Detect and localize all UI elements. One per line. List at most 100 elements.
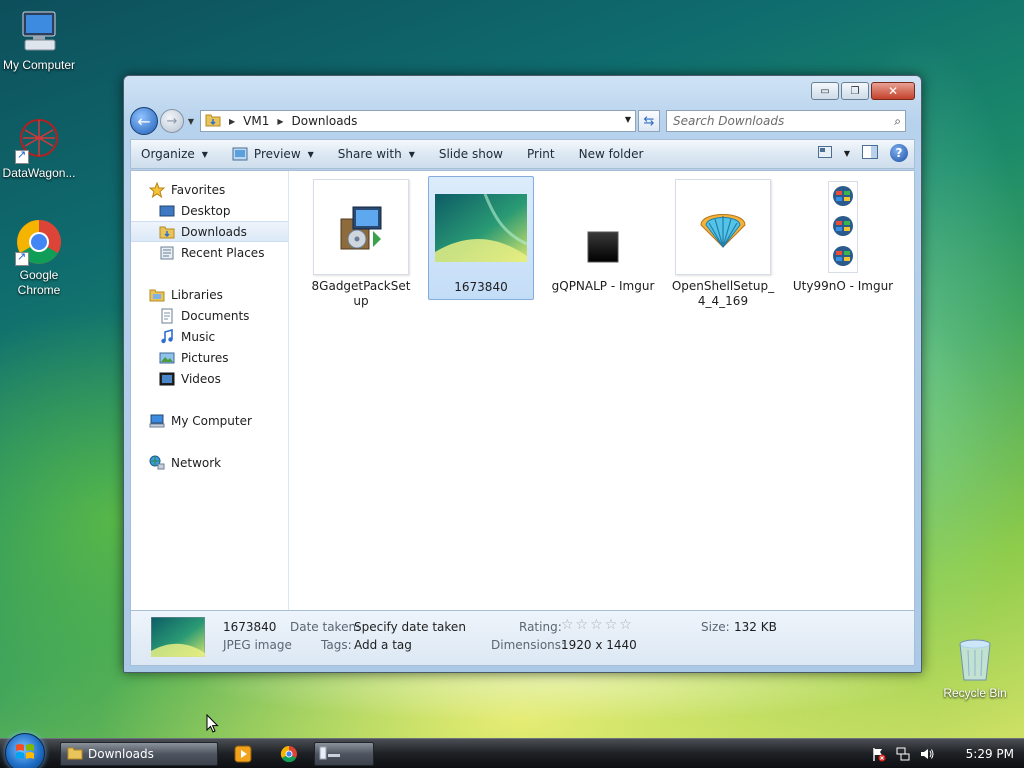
videos-icon bbox=[159, 371, 175, 387]
navpane-my-computer[interactable]: My Computer bbox=[131, 410, 288, 431]
file-item-selected[interactable]: 1673840 bbox=[428, 176, 534, 300]
refresh-button[interactable]: ⇆ bbox=[638, 110, 660, 132]
shell-icon bbox=[675, 179, 771, 275]
system-tray: 5:29 PM bbox=[870, 739, 1024, 768]
taskbar-explorer-downloads[interactable]: Downloads bbox=[60, 742, 218, 766]
navpane-label: Videos bbox=[181, 371, 221, 386]
file-name: 8GadgetPackSetup bbox=[311, 279, 411, 308]
forward-button[interactable]: → bbox=[160, 109, 184, 133]
navpane-videos[interactable]: Videos bbox=[131, 368, 288, 389]
breadcrumb-vm1[interactable]: VM1 bbox=[243, 114, 269, 128]
navpane-libraries[interactable]: Libraries bbox=[131, 284, 288, 305]
details-rating-stars[interactable]: ☆☆☆☆☆ bbox=[561, 617, 634, 633]
details-size-label: Size: bbox=[701, 620, 730, 634]
details-size-value: 132 KB bbox=[734, 620, 777, 634]
desktop-icon-label: Recycle Bin bbox=[943, 686, 1007, 700]
search-input[interactable] bbox=[673, 114, 873, 128]
navpane-label: Libraries bbox=[171, 287, 223, 302]
organize-button[interactable]: Organize ▼ bbox=[141, 147, 208, 161]
search-icon[interactable]: ⌕ bbox=[894, 114, 901, 129]
print-button[interactable]: Print bbox=[527, 147, 555, 161]
quicklaunch-chrome-icon[interactable] bbox=[280, 745, 298, 766]
star-icon bbox=[148, 181, 166, 198]
navpane-music[interactable]: Music bbox=[131, 326, 288, 347]
view-dropdown-icon[interactable]: ▼ bbox=[844, 149, 850, 158]
address-dropdown-icon[interactable]: ▼ bbox=[625, 115, 631, 124]
navpane-favorites[interactable]: Favorites bbox=[131, 179, 288, 200]
preview-button[interactable]: Preview ▼ bbox=[232, 147, 314, 161]
details-file-name: 1673840 bbox=[223, 620, 277, 634]
slide-show-button[interactable]: Slide show bbox=[439, 147, 503, 161]
start-button[interactable] bbox=[5, 733, 45, 768]
installer-icon bbox=[313, 179, 409, 275]
taskbar-clock[interactable]: 5:29 PM bbox=[966, 747, 1014, 761]
help-icon[interactable]: ? bbox=[890, 144, 908, 162]
search-box[interactable]: ⌕ bbox=[666, 110, 906, 132]
desktop-icon-my-computer[interactable]: My Computer bbox=[0, 8, 81, 72]
share-with-button[interactable]: Share with ▼ bbox=[338, 147, 415, 161]
view-options-icon[interactable] bbox=[817, 145, 832, 161]
desktop-icon bbox=[159, 203, 175, 219]
navpane-label: Music bbox=[181, 329, 216, 344]
action-center-flag-icon[interactable] bbox=[870, 746, 888, 762]
file-item[interactable]: 8GadgetPackSetup bbox=[308, 179, 414, 309]
details-thumbnail bbox=[150, 616, 206, 660]
recent-pages-dropdown[interactable]: ▼ bbox=[186, 117, 196, 126]
breadcrumb-chevron-icon[interactable]: ▶ bbox=[229, 117, 235, 126]
preview-pane-icon[interactable] bbox=[862, 144, 878, 162]
navpane-desktop[interactable]: Desktop bbox=[131, 200, 288, 221]
minimize-button[interactable]: ▭ bbox=[811, 82, 839, 100]
address-bar[interactable]: ▶ VM1 ▶ Downloads ▼ bbox=[200, 110, 636, 132]
back-button[interactable]: ← bbox=[130, 107, 158, 135]
navpane-label: Downloads bbox=[181, 224, 247, 239]
recycle-bin-icon bbox=[951, 636, 999, 684]
file-item[interactable]: OpenShellSetup_4_4_169 bbox=[670, 179, 776, 309]
file-item[interactable]: Uty99nO - Imgur bbox=[790, 179, 896, 294]
navpane-label: Desktop bbox=[181, 203, 231, 218]
toolbar-right-group: ▼ ? bbox=[817, 144, 908, 162]
network-tray-icon[interactable] bbox=[894, 746, 912, 762]
desktop-icon-label: Google Chrome bbox=[17, 268, 61, 297]
volume-icon[interactable] bbox=[918, 746, 936, 762]
datawagon-icon bbox=[15, 116, 63, 164]
chevron-down-icon: ▼ bbox=[307, 149, 314, 159]
image-thumbnail bbox=[555, 179, 651, 275]
image-thumbnail bbox=[433, 180, 529, 276]
desktop-icon-datawagon[interactable]: DataWagon... bbox=[0, 116, 81, 180]
details-dimensions-value: 1920 x 1440 bbox=[561, 638, 637, 652]
navpane-pictures[interactable]: Pictures bbox=[131, 347, 288, 368]
explorer-window[interactable]: ▭ ❐ ✕ ← → ▼ ▶ VM1 ▶ Downloads ▼ ⇆ ⌕ Orga… bbox=[123, 75, 922, 673]
share-with-label: Share with bbox=[337, 147, 402, 161]
quicklaunch-media-player-icon[interactable] bbox=[234, 745, 252, 766]
file-list: 8GadgetPackSetup 1673840 gQPNALP - Imgur… bbox=[290, 171, 914, 611]
desktop-icon-recycle-bin[interactable]: Recycle Bin bbox=[933, 636, 1017, 700]
file-name: OpenShellSetup_4_4_169 bbox=[671, 279, 775, 308]
taskbar: Downloads 5:29 PM bbox=[0, 733, 1024, 768]
arrow-right-icon: → bbox=[166, 113, 178, 129]
details-file-type: JPEG image bbox=[223, 638, 292, 652]
navpane-downloads[interactable]: Downloads bbox=[131, 221, 288, 242]
navpane-network[interactable]: Network bbox=[131, 452, 288, 473]
breadcrumb-downloads[interactable]: Downloads bbox=[292, 114, 358, 128]
shortcut-arrow-icon bbox=[15, 250, 29, 266]
file-name: Uty99nO - Imgur bbox=[792, 279, 894, 293]
caption-buttons: ▭ ❐ ✕ bbox=[811, 82, 915, 100]
file-item[interactable]: gQPNALP - Imgur bbox=[550, 179, 656, 294]
refresh-icon: ⇆ bbox=[643, 113, 655, 129]
new-folder-button[interactable]: New folder bbox=[579, 147, 644, 161]
preview-icon bbox=[232, 147, 248, 161]
navigation-bar: ← → ▼ ▶ VM1 ▶ Downloads ▼ ⇆ ⌕ bbox=[130, 106, 915, 136]
maximize-button[interactable]: ❐ bbox=[841, 82, 869, 100]
details-tags-value[interactable]: Add a tag bbox=[354, 638, 412, 652]
taskbar-program-button[interactable] bbox=[314, 742, 374, 766]
libraries-icon bbox=[149, 287, 165, 303]
breadcrumb-chevron-icon[interactable]: ▶ bbox=[277, 117, 283, 126]
close-button[interactable]: ✕ bbox=[871, 82, 915, 100]
navpane-documents[interactable]: Documents bbox=[131, 305, 288, 326]
chevron-down-icon: ▼ bbox=[408, 149, 415, 159]
details-date-taken-value[interactable]: Specify date taken bbox=[354, 620, 466, 634]
desktop-icon-label: DataWagon... bbox=[2, 166, 76, 180]
navpane-recent-places[interactable]: Recent Places bbox=[131, 242, 288, 263]
details-pane: 1673840 JPEG image Date taken: Specify d… bbox=[130, 610, 915, 666]
desktop-icon-google-chrome[interactable]: Google Chrome bbox=[0, 218, 81, 298]
